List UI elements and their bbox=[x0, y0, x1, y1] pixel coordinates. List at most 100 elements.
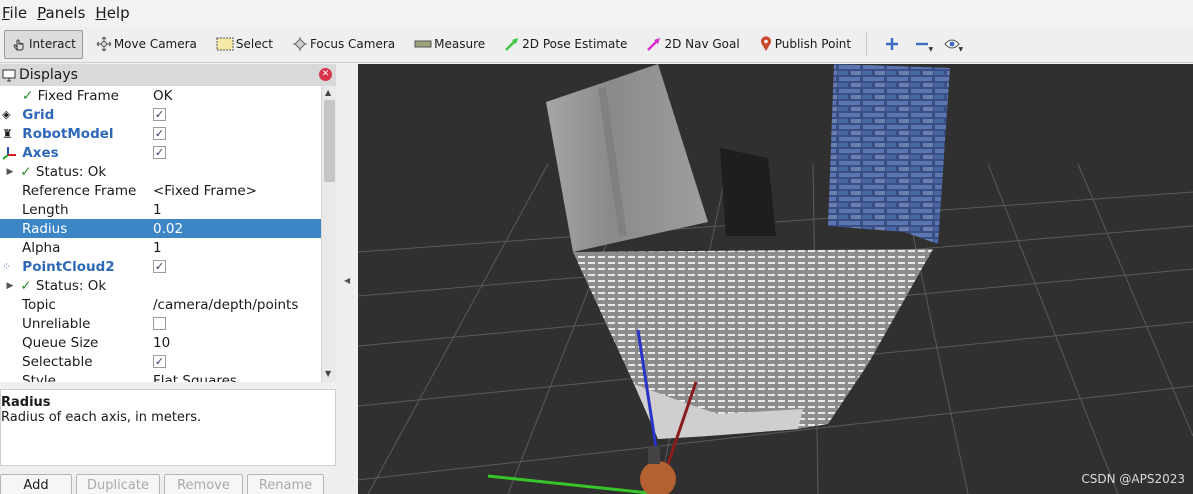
tree-row-topic[interactable]: Topic /camera/depth/points bbox=[0, 295, 321, 314]
tree-row-unreliable[interactable]: Unreliable bbox=[0, 314, 321, 333]
pose-estimate-tool-button[interactable]: 2D Pose Estimate bbox=[498, 30, 633, 59]
displays-tree: ✓ Fixed Frame OK ◈ Grid ✓ ♜ RobotModel ✓… bbox=[0, 86, 321, 382]
check-icon: ✓ bbox=[20, 277, 32, 294]
publish-point-tool-label: Publish Point bbox=[774, 37, 852, 51]
row-label: Queue Size bbox=[22, 334, 99, 351]
remove-button[interactable]: Remove bbox=[164, 474, 243, 494]
wall-surface bbox=[546, 64, 708, 252]
tree-row-style[interactable]: Style Flat Squares bbox=[0, 371, 321, 383]
pointcloud-floor bbox=[573, 249, 933, 439]
row-label: RobotModel bbox=[22, 125, 114, 142]
tree-row-reference-frame[interactable]: Reference Frame <Fixed Frame> bbox=[0, 181, 321, 200]
menu-file[interactable]: File bbox=[0, 4, 34, 22]
row-value: 0.02 bbox=[153, 220, 184, 237]
render-viewport[interactable]: CSDN @APS2023 bbox=[358, 64, 1193, 494]
map-pin-icon bbox=[760, 36, 771, 51]
doorway-shadow bbox=[720, 148, 776, 236]
axes-icon bbox=[2, 147, 16, 160]
monitor-icon bbox=[2, 69, 16, 81]
property-description-box: Radius Radius of each axis, in meters. bbox=[0, 389, 336, 466]
pointcloud-enabled-checkbox[interactable]: ✓ bbox=[153, 260, 166, 273]
interact-tool-label: Interact bbox=[29, 37, 76, 51]
description-text: Radius of each axis, in meters. bbox=[1, 410, 202, 425]
interact-tool-button[interactable]: Interact bbox=[4, 29, 83, 59]
menu-bar: File Panels Help bbox=[0, 0, 1193, 26]
row-label: Radius bbox=[22, 220, 68, 237]
close-icon[interactable]: ✕ bbox=[319, 68, 332, 81]
ruler-icon bbox=[414, 40, 432, 48]
row-label: Grid bbox=[22, 106, 55, 123]
tree-row-queue-size[interactable]: Queue Size 10 bbox=[0, 333, 321, 352]
scrollbar-thumb[interactable] bbox=[324, 100, 335, 182]
toolbar: Interact Move Camera Select Focus Camera… bbox=[0, 26, 1193, 63]
tree-row-axes[interactable]: Axes ✓ bbox=[0, 143, 321, 162]
row-label: Length bbox=[22, 201, 69, 218]
tree-row-grid[interactable]: ◈ Grid ✓ bbox=[0, 105, 321, 124]
tree-row-alpha[interactable]: Alpha 1 bbox=[0, 238, 321, 257]
selectable-checkbox[interactable]: ✓ bbox=[153, 355, 166, 368]
tree-row-selectable[interactable]: Selectable ✓ bbox=[0, 352, 321, 371]
row-label: Reference Frame bbox=[22, 182, 137, 199]
row-value: 1 bbox=[153, 201, 162, 218]
nav-goal-tool-label: 2D Nav Goal bbox=[664, 37, 740, 51]
unreliable-checkbox[interactable] bbox=[153, 317, 166, 330]
plus-icon bbox=[886, 38, 899, 50]
tree-row-length[interactable]: Length 1 bbox=[0, 200, 321, 219]
add-button[interactable]: Add bbox=[0, 474, 72, 494]
measure-tool-button[interactable]: Measure bbox=[408, 30, 491, 59]
row-value: Flat Squares bbox=[153, 372, 237, 383]
rename-button[interactable]: Rename bbox=[247, 474, 324, 494]
grid-enabled-checkbox[interactable]: ✓ bbox=[153, 108, 166, 121]
menu-help[interactable]: Help bbox=[92, 4, 136, 22]
toolbar-separator bbox=[866, 32, 868, 56]
robot-base bbox=[640, 461, 676, 494]
tree-row-pointcloud-status[interactable]: ▶ ✓ Status: Ok bbox=[0, 276, 321, 295]
row-label: Status: Ok bbox=[35, 277, 107, 294]
move-camera-tool-label: Move Camera bbox=[113, 37, 197, 51]
axes-enabled-checkbox[interactable]: ✓ bbox=[153, 146, 166, 159]
focus-camera-tool-button[interactable]: Focus Camera bbox=[286, 30, 401, 59]
magenta-arrow-icon bbox=[647, 38, 661, 51]
y-axis bbox=[487, 474, 659, 494]
add-tool-button[interactable] bbox=[877, 30, 907, 59]
scroll-down-icon[interactable]: ▼ bbox=[325, 369, 331, 378]
menu-panels[interactable]: Panels bbox=[34, 4, 92, 22]
select-box-icon bbox=[216, 37, 234, 51]
tree-row-robot-model[interactable]: ♜ RobotModel ✓ bbox=[0, 124, 321, 143]
green-arrow-icon bbox=[505, 38, 519, 51]
description-title: Radius bbox=[1, 395, 51, 410]
view-tool-button[interactable]: ▼ bbox=[937, 30, 967, 59]
tree-row-radius[interactable]: Radius 0.02 bbox=[0, 219, 321, 238]
row-value: 1 bbox=[153, 239, 162, 256]
tree-row-axes-status[interactable]: ▶ ✓ Status: Ok bbox=[0, 162, 321, 181]
expand-arrow-icon[interactable]: ▶ bbox=[4, 281, 16, 291]
expand-arrow-icon[interactable]: ▶ bbox=[4, 167, 16, 177]
chevron-down-icon: ▼ bbox=[928, 45, 934, 53]
publish-point-tool-button[interactable]: Publish Point bbox=[753, 30, 857, 59]
minus-icon bbox=[916, 42, 929, 46]
remove-tool-button[interactable]: ▼ bbox=[907, 30, 937, 59]
grid-icon: ◈ bbox=[2, 108, 11, 121]
tree-row-fixed-frame[interactable]: ✓ Fixed Frame OK bbox=[0, 86, 321, 105]
displays-scrollbar[interactable]: ▲ ▼ bbox=[321, 86, 336, 382]
select-tool-label: Select bbox=[235, 37, 273, 51]
robot-model-enabled-checkbox[interactable]: ✓ bbox=[153, 127, 166, 140]
displays-panel: Displays ✕ ✓ Fixed Frame OK ◈ Grid ✓ ♜ R… bbox=[0, 64, 336, 494]
tree-row-pointcloud2[interactable]: ⁘ PointCloud2 ✓ bbox=[0, 257, 321, 276]
check-icon: ✓ bbox=[22, 87, 34, 104]
move-camera-tool-button[interactable]: Move Camera bbox=[90, 30, 203, 59]
row-label: Axes bbox=[22, 144, 59, 161]
scene-render bbox=[358, 64, 1193, 494]
select-tool-button[interactable]: Select bbox=[210, 30, 279, 59]
nav-goal-tool-button[interactable]: 2D Nav Goal bbox=[640, 30, 745, 59]
row-label: Selectable bbox=[22, 353, 93, 370]
duplicate-button[interactable]: Duplicate bbox=[76, 474, 160, 494]
panel-splitter[interactable]: ◀ bbox=[336, 64, 358, 494]
scroll-up-icon[interactable]: ▲ bbox=[325, 88, 331, 97]
row-label: Style bbox=[22, 372, 56, 383]
collapse-left-icon[interactable]: ◀ bbox=[344, 276, 350, 285]
chevron-down-icon: ▼ bbox=[958, 45, 964, 53]
row-label: Alpha bbox=[22, 239, 61, 256]
row-value: <Fixed Frame> bbox=[153, 182, 257, 199]
brick-wall bbox=[828, 64, 950, 244]
